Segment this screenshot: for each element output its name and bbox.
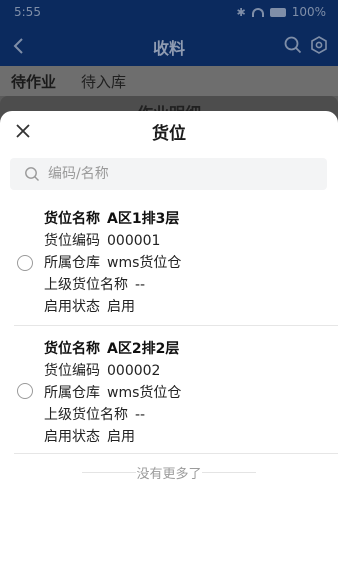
enabled-status-label: 启用状态 [44,429,100,445]
settings-icon[interactable] [310,36,328,54]
warehouse-value: wms货位仓 [107,255,182,271]
status-icons: ✱ 100% [236,5,326,19]
search-input[interactable] [48,158,318,190]
location-picker-sheet: 货位 货位名称 A区1排3层 货位编码 000001 所属仓库 wms货位仓 上级货位… [0,111,338,564]
location-name-row: 货位名称 A区2排2层 [44,338,181,360]
parent-location-row: 上级货位名称 -- [44,404,181,426]
location-code-value: 000002 [107,363,161,379]
location-name-row: 货位名称 A区1排3层 [44,208,181,230]
location-code-row: 货位编码 000001 [44,230,181,252]
location-code-label: 货位编码 [44,233,100,249]
wifi-icon [251,7,264,17]
warehouse-label: 所属仓库 [44,255,100,271]
radio-button[interactable] [17,255,33,271]
header-search-icon[interactable] [284,36,302,54]
parent-location-row: 上级货位名称 -- [44,274,181,296]
list-end-indicator: 没有更多了 [0,463,338,483]
parent-location-label: 上级货位名称 [44,277,128,293]
parent-location-value: -- [135,277,146,293]
enabled-status-row: 启用状态 启用 [44,296,181,318]
location-code-row: 货位编码 000002 [44,360,181,382]
location-item[interactable]: 货位名称 A区2排2层 货位编码 000002 所属仓库 wms货位仓 上级货位名称 -… [14,326,338,454]
enabled-status-label: 启用状态 [44,299,100,315]
app-header: 收料 [0,26,338,66]
location-item[interactable]: 货位名称 A区1排3层 货位编码 000001 所属仓库 wms货位仓 上级货位名称 -… [14,196,338,326]
parent-location-label: 上级货位名称 [44,407,128,423]
search-box [10,158,327,190]
enabled-status-row: 启用状态 启用 [44,426,181,448]
location-code-label: 货位编码 [44,363,100,379]
enabled-status-value: 启用 [107,429,135,445]
location-name-label: 货位名称 [44,341,100,357]
location-item-details: 货位名称 A区2排2层 货位编码 000002 所属仓库 wms货位仓 上级货位名称 -… [44,338,181,448]
battery-percent: 100% [291,5,326,19]
location-name-label: 货位名称 [44,211,100,227]
tab-pending-storage[interactable]: 待入库 [81,71,126,92]
status-time: 5:55 [14,5,41,19]
bluetooth-icon: ✱ [236,5,246,19]
status-bar: 5:55 ✱ 100% [0,0,338,26]
warehouse-row: 所属仓库 wms货位仓 [44,382,181,404]
tab-pending-work[interactable]: 待作业 [11,71,57,98]
sheet-title: 货位 [152,124,186,144]
battery-icon [269,7,286,17]
parent-location-value: -- [135,407,146,423]
warehouse-label: 所属仓库 [44,385,100,401]
radio-button[interactable] [17,383,33,399]
no-more-text: 没有更多了 [136,467,202,482]
warehouse-value: wms货位仓 [107,385,182,401]
search-icon [25,167,39,181]
enabled-status-value: 启用 [107,299,135,315]
location-name-value: A区1排3层 [107,211,180,227]
warehouse-row: 所属仓库 wms货位仓 [44,252,181,274]
location-item-details: 货位名称 A区1排3层 货位编码 000001 所属仓库 wms货位仓 上级货位名称 -… [44,208,181,318]
tabs-bar: 待作业 待入库 [0,66,338,98]
location-code-value: 000001 [107,233,161,249]
location-name-value: A区2排2层 [107,341,180,357]
